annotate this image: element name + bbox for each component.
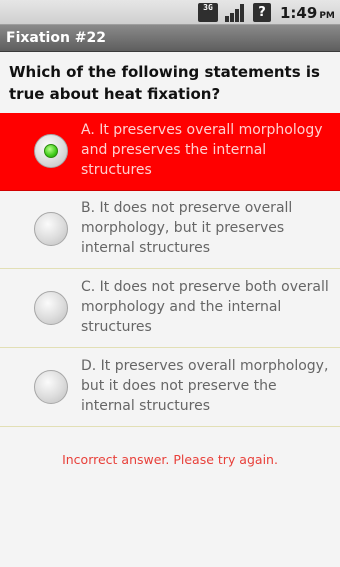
status-time: 1:49 PM [280, 4, 335, 22]
answer-option-label: C. It does not preserve both overall mor… [81, 279, 329, 335]
answer-option-c[interactable]: C. It does not preserve both overall mor… [0, 270, 340, 348]
radio-button-icon[interactable] [34, 291, 68, 325]
answer-option-d[interactable]: D. It preserves overall morphology, but … [0, 349, 340, 427]
page-title: Fixation #22 [6, 30, 107, 46]
status-bar: 3G ? 1:49 PM [0, 0, 340, 25]
radio-checked-dot-icon [44, 144, 58, 158]
answer-option-label: B. It does not preserve overall morpholo… [81, 200, 293, 256]
answer-option-a[interactable]: A. It preserves overall morphology and p… [0, 113, 340, 191]
ampm-text: PM [319, 11, 335, 21]
title-bar: Fixation #22 [0, 25, 340, 52]
answer-option-label: D. It preserves overall morphology, but … [81, 358, 329, 414]
answer-option-b[interactable]: B. It does not preserve overall morpholo… [0, 191, 340, 269]
battery-unknown-icon: ? [253, 3, 271, 22]
feedback-message: Incorrect answer. Please try again. [62, 452, 278, 467]
network-3g-icon: 3G [198, 3, 218, 22]
radio-button-icon[interactable] [34, 370, 68, 404]
network-label: 3G [203, 3, 213, 12]
battery-label: ? [258, 5, 266, 20]
time-text: 1:49 [280, 4, 318, 22]
answer-option-label: A. It preserves overall morphology and p… [81, 122, 323, 178]
question-text: Which of the following statements is tru… [9, 63, 320, 103]
radio-button-icon[interactable] [34, 212, 68, 246]
radio-button-checked-icon[interactable] [34, 134, 68, 168]
signal-strength-icon [225, 4, 244, 22]
